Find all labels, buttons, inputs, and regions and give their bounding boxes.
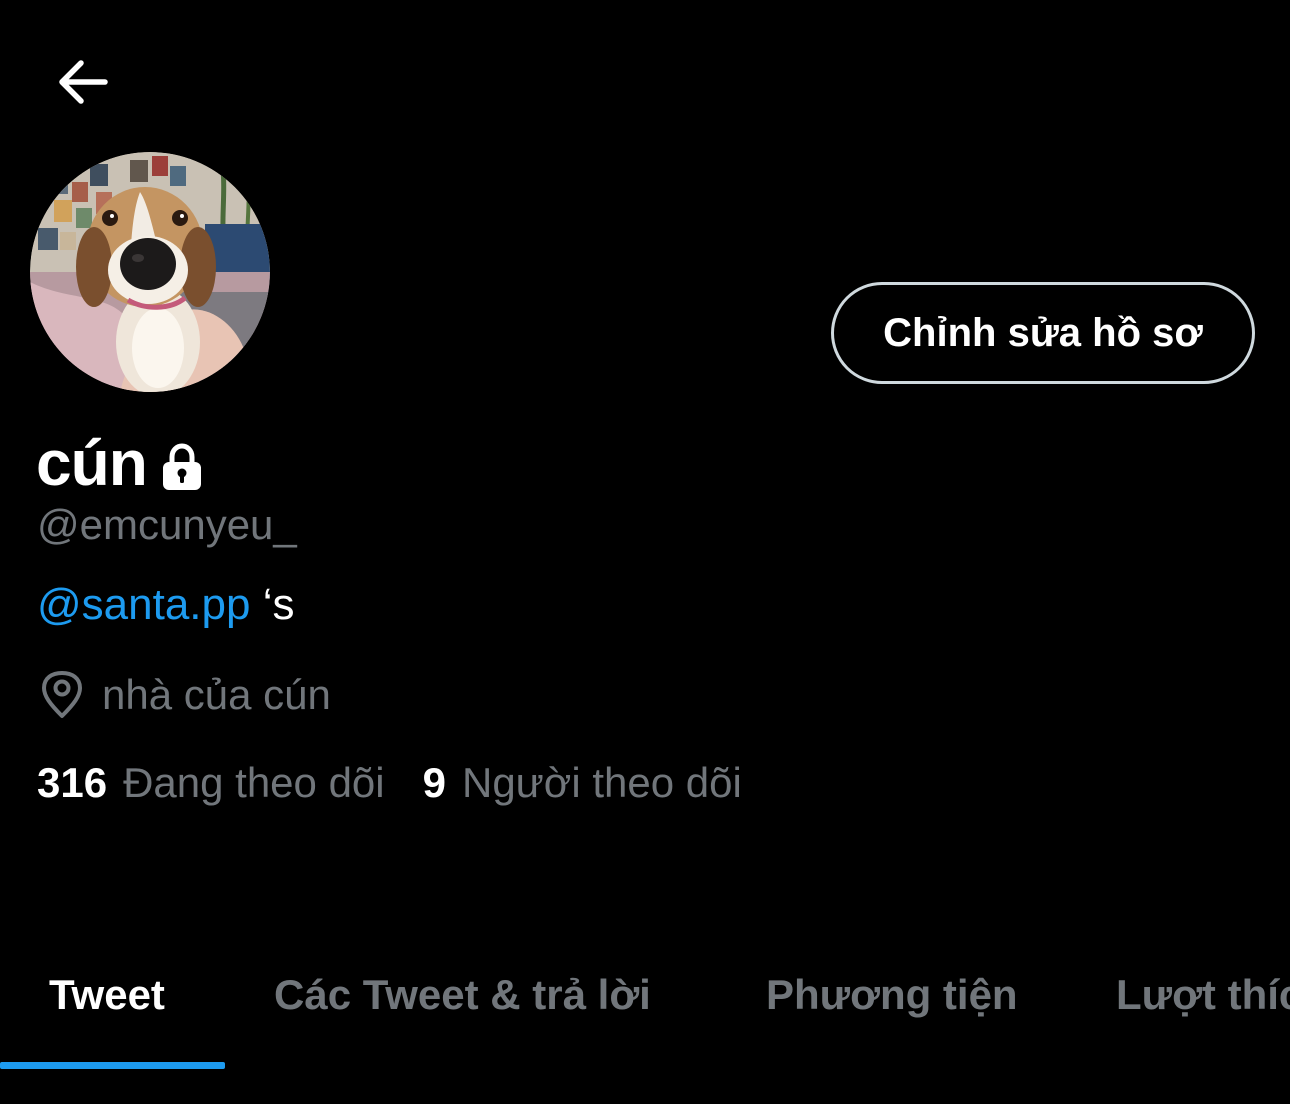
user-handle: @emcunyeu_ (37, 501, 297, 548)
display-name: cún (36, 427, 148, 499)
active-tab-indicator (0, 1062, 225, 1069)
following-label: Đang theo dõi (123, 759, 385, 806)
bio-mention-link[interactable]: @santa.pp (37, 580, 250, 629)
lock-icon (162, 443, 201, 490)
following-stat[interactable]: 316 Đang theo dõi (37, 756, 385, 810)
followers-count: 9 (422, 759, 446, 806)
follow-stats: 316 Đang theo dõi 9 Người theo dõi (37, 756, 742, 810)
tab-tweet[interactable]: Tweet (49, 968, 165, 1022)
dog-avatar-photo (30, 152, 270, 392)
edit-profile-button[interactable]: Chỉnh sửa hồ sơ (831, 282, 1255, 384)
bio: @santa.pp ‘s (37, 578, 294, 632)
avatar[interactable] (30, 152, 270, 392)
arrow-left-icon (59, 60, 108, 104)
tab-media[interactable]: Phương tiện (766, 968, 1018, 1022)
back-button[interactable] (50, 52, 116, 112)
profile-tabs: Tweet Các Tweet & trả lời Phương tiện Lư… (0, 950, 1290, 1070)
profile-page: Chỉnh sửa hồ sơ cún @emcunyeu_ @santa.pp… (0, 0, 1290, 1104)
tab-tweets-and-replies[interactable]: Các Tweet & trả lời (274, 968, 651, 1022)
followers-label: Người theo dõi (461, 759, 742, 806)
following-count: 316 (37, 759, 108, 806)
location-pin-icon (42, 671, 82, 718)
name-row: cún (36, 428, 207, 498)
tab-likes[interactable]: Lượt thích (1116, 968, 1290, 1022)
location-text: nhà của cún (102, 671, 331, 718)
bio-suffix: ‘s (250, 580, 295, 629)
location-row: nhà của cún (40, 668, 331, 722)
followers-stat[interactable]: 9 Người theo dõi (423, 756, 742, 810)
